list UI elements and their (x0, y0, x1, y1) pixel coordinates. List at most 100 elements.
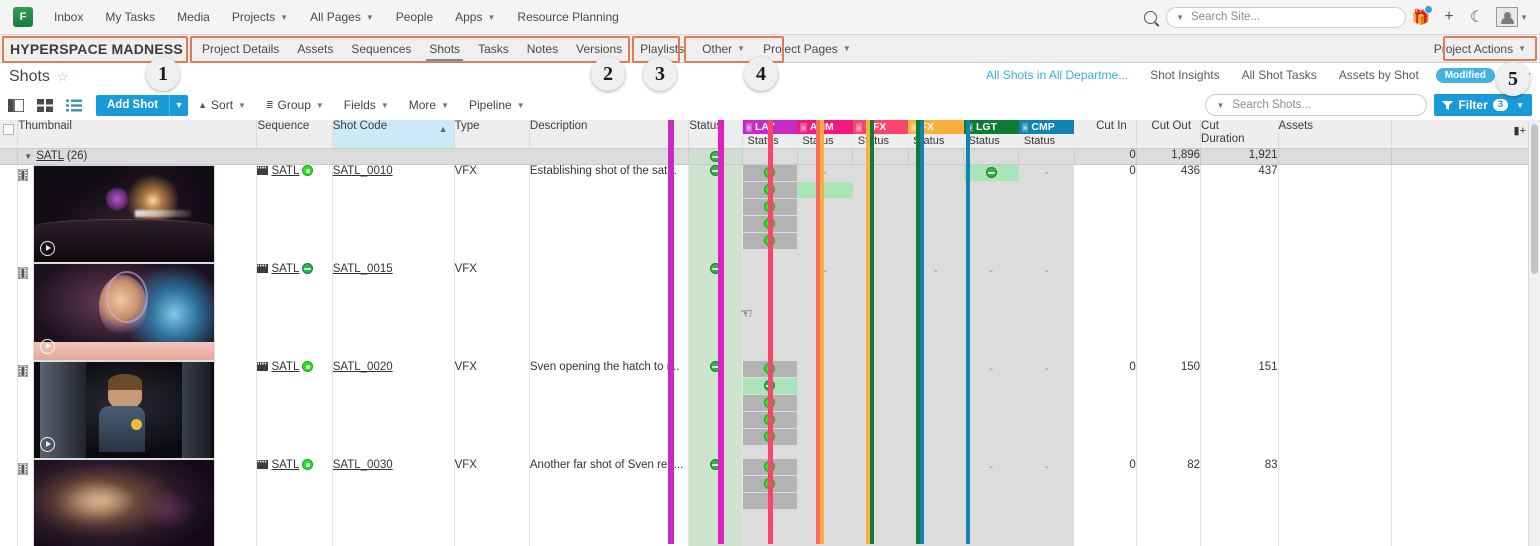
cell-status[interactable] (688, 262, 743, 361)
cell-status[interactable] (688, 458, 743, 546)
project-tab-tasks[interactable]: Tasks (469, 35, 518, 62)
group-menu[interactable]: ≣ Group ▼ (256, 95, 334, 116)
cell-cut-out[interactable]: 82 (1136, 458, 1202, 546)
cell-sequence[interactable]: SATL (256, 360, 333, 459)
cell-step-lay[interactable] (742, 360, 798, 459)
cell-step-fx[interactable] (908, 360, 964, 459)
page-link-assets-by-shot[interactable]: Assets by Shot (1328, 68, 1430, 82)
cell-thumbnail[interactable] (17, 458, 258, 546)
cell-thumbnail[interactable] (17, 360, 258, 459)
cell-assets[interactable] (1278, 360, 1392, 459)
list-view-icon[interactable] (66, 99, 82, 112)
search-site-input[interactable]: ▼ Search Site... (1166, 6, 1407, 28)
column-header-step-cfx[interactable]: » CFX Status (852, 120, 909, 149)
cell-step-anm[interactable]: - (797, 164, 853, 263)
cell-description[interactable]: Establishing shot of the sat... (529, 164, 690, 263)
cell-step-fx[interactable]: - (908, 262, 964, 361)
cell-step-fx[interactable] (908, 164, 964, 263)
row-checkbox-cell[interactable] (0, 164, 19, 263)
shot-code-link[interactable]: SATL_0020 (333, 361, 393, 373)
cell-step-lgt[interactable]: - (963, 360, 1019, 459)
gift-icon[interactable]: 🎁 (1408, 4, 1434, 30)
scrollbar-thumb[interactable] (1531, 124, 1538, 274)
thumbnail-image[interactable] (33, 262, 216, 361)
cell-step-cfx[interactable] (852, 164, 909, 263)
table-row[interactable]: SATL SATL_0010 VFX Establishing shot of … (0, 164, 1540, 263)
step-task-slot[interactable] (742, 428, 798, 446)
play-icon[interactable] (40, 338, 56, 354)
step-task-slot[interactable] (742, 232, 798, 250)
search-shots-input[interactable]: ▼ Search Shots... (1205, 94, 1428, 116)
cell-cut-in[interactable] (1074, 262, 1137, 361)
play-icon[interactable] (40, 240, 56, 256)
cell-sequence[interactable]: SATL (256, 262, 333, 361)
nav-item-apps[interactable]: Apps ▼ (444, 0, 506, 35)
search-icon[interactable] (1144, 10, 1158, 24)
cell-status[interactable] (688, 164, 743, 263)
project-tab-shots[interactable]: Shots (420, 35, 469, 62)
project-tab-sequences[interactable]: Sequences (342, 35, 420, 62)
column-header-thumbnail[interactable]: Thumbnail (17, 120, 258, 149)
page-link-shot-insights[interactable]: Shot Insights (1139, 68, 1230, 82)
shot-code-link[interactable]: SATL_0030 (333, 459, 393, 471)
add-shot-button[interactable]: Add Shot (96, 94, 170, 116)
project-tab-other[interactable]: Other ▼ (693, 35, 754, 62)
group-header-cell[interactable]: ▼ SATL (26) (17, 148, 690, 165)
add-column-icon[interactable]: ▮+ (1514, 124, 1526, 137)
cell-step-cmp[interactable]: - (1018, 262, 1075, 361)
cell-step-lgt[interactable] (963, 164, 1019, 263)
more-menu[interactable]: More ▼ (399, 95, 459, 116)
cell-step-fx[interactable] (908, 458, 964, 546)
row-checkbox-cell[interactable] (0, 458, 19, 546)
cell-cut-in[interactable]: 0 (1074, 360, 1137, 459)
sequence-link[interactable]: SATL (271, 165, 299, 177)
cell-step-cmp[interactable]: - (1018, 164, 1075, 263)
cell-cut-duration[interactable] (1200, 262, 1279, 361)
column-header-status[interactable]: Status (688, 120, 743, 149)
column-header-step-lay[interactable]: » LAY Status (742, 120, 798, 149)
cell-shot-code[interactable]: SATL_0030 (332, 458, 455, 546)
cell-step-anm[interactable] (797, 458, 853, 546)
step-task-slot[interactable]: - (797, 164, 853, 182)
cell-type[interactable]: VFX (454, 164, 530, 263)
group-checkbox-cell[interactable] (0, 148, 19, 165)
cell-thumbnail[interactable] (17, 164, 258, 263)
column-header-step-cmp[interactable]: » CMP Status (1018, 120, 1075, 149)
select-all-header[interactable] (0, 120, 19, 149)
fields-menu[interactable]: Fields ▼ (334, 95, 399, 116)
cell-type[interactable]: VFX (454, 458, 530, 546)
sequence-link[interactable]: SATL (271, 263, 299, 275)
step-task-slot[interactable] (742, 377, 798, 395)
project-tab-project-details[interactable]: Project Details (193, 35, 288, 62)
cell-step-cfx[interactable] (852, 458, 909, 546)
step-task-slot-hovered[interactable] (797, 181, 853, 199)
column-header-step-anm[interactable]: » ANM Status (797, 120, 853, 149)
cell-status[interactable] (688, 360, 743, 459)
cell-cut-out[interactable] (1136, 262, 1202, 361)
column-header-cut-out[interactable]: Cut Out (1136, 120, 1202, 149)
cell-step-anm[interactable] (797, 360, 853, 459)
project-pages-menu[interactable]: Project Pages ▼ (754, 35, 860, 62)
column-header-step-lgt[interactable]: » LGT Status (963, 120, 1019, 149)
cell-description[interactable] (529, 262, 690, 361)
cell-type[interactable]: VFX (454, 262, 530, 361)
cell-assets[interactable] (1278, 164, 1392, 263)
cell-shot-code[interactable]: SATL_0010 (332, 164, 455, 263)
cell-step-cmp[interactable]: - (1018, 458, 1075, 546)
cell-sequence[interactable]: SATL (256, 164, 333, 263)
app-logo-icon[interactable]: F (13, 7, 33, 27)
step-task-slot[interactable] (742, 164, 798, 182)
cell-cut-duration[interactable]: 151 (1200, 360, 1279, 459)
cell-step-cfx[interactable] (852, 262, 909, 361)
column-header-description[interactable]: Description (529, 120, 690, 149)
cell-cut-in[interactable]: 0 (1074, 458, 1137, 546)
cell-description[interactable]: Another far shot of Sven rep... (529, 458, 690, 546)
step-task-slot[interactable] (963, 164, 1019, 182)
select-all-checkbox[interactable] (3, 124, 15, 135)
add-shot-dropdown-button[interactable]: ▼ (169, 94, 189, 116)
page-link-all-shot-tasks[interactable]: All Shot Tasks (1231, 68, 1328, 82)
table-row[interactable]: SATL SATL_0020 VFX Sven opening the hatc… (0, 360, 1540, 459)
column-header-shot-code[interactable]: Shot Code ▲ (332, 120, 455, 149)
step-task-slot[interactable] (742, 360, 798, 378)
cell-thumbnail[interactable] (17, 262, 258, 361)
